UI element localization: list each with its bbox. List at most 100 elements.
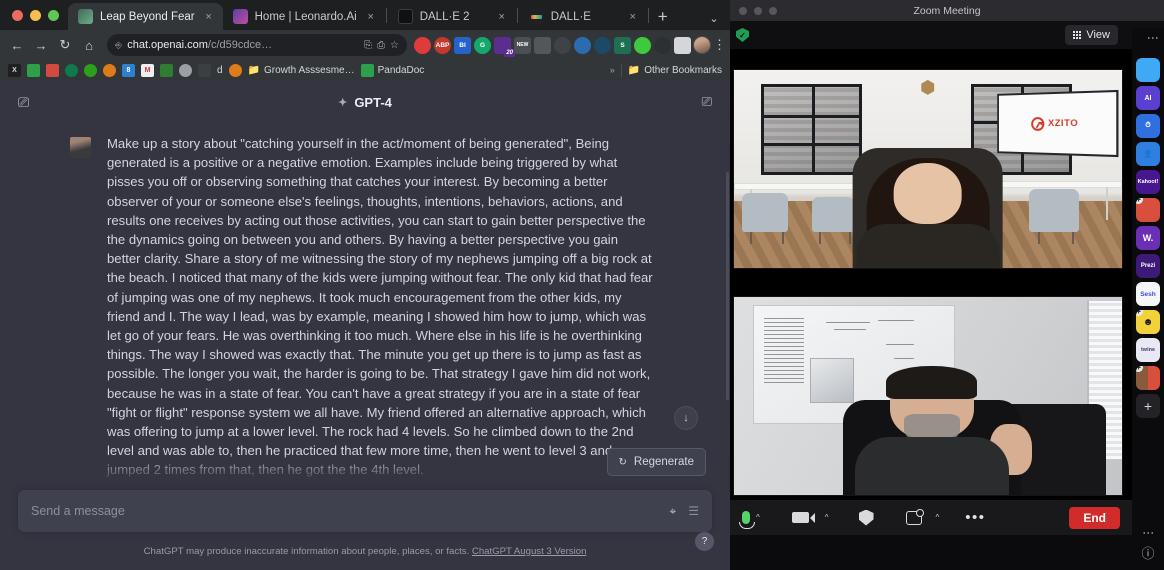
back-arrow-icon[interactable]: ← [6,34,28,56]
app-blue-logo-icon[interactable] [1136,58,1160,82]
model-selector[interactable]: ✦ GPT-4 [338,95,392,110]
gem-extension-icon[interactable] [594,36,611,54]
excel-bookmark-icon[interactable]: X [8,63,21,77]
rail-more-icon[interactable]: ⋮ [1142,527,1156,539]
profile-avatar[interactable] [693,36,711,54]
mute-button[interactable] [739,511,755,529]
audio-options-chevron-up-icon[interactable]: ^ [756,513,760,522]
app-twine-icon[interactable]: twine [1136,338,1160,362]
bookmark-pandadoc[interactable]: PandaDoc [360,63,424,77]
app-timer-icon[interactable]: ⏱ [1136,114,1160,138]
drive-bookmark-icon[interactable] [160,63,173,77]
reload-icon[interactable]: ↻ [54,34,76,56]
new-tab-button[interactable]: + [650,3,676,30]
tab-close-icon[interactable]: × [626,11,640,23]
paperclip-extension-icon[interactable] [554,36,571,54]
chat-scrollbar[interactable] [726,172,729,400]
share-options-chevron-up-icon[interactable]: ^ [936,513,940,522]
new-extension-icon[interactable]: NEW [514,36,531,54]
app-smiley-icon[interactable]: ☻ + [1136,310,1160,334]
minimize-window-button[interactable] [30,9,41,21]
green-app-bookmark-icon[interactable] [27,63,40,77]
browser-tab-leonardo[interactable]: Home | Leonardo.Ai × [223,3,385,30]
wallet-bookmark-icon[interactable] [198,63,211,77]
install-app-icon[interactable]: ⎙ [377,40,385,51]
grammarly-extension-icon[interactable]: G [474,36,491,54]
bing-bookmark-icon[interactable] [65,63,78,77]
tab-close-icon[interactable]: × [495,11,509,23]
message-input[interactable]: Send a message ⌖ ☰ [18,490,712,532]
tab-close-icon[interactable]: × [364,11,378,23]
chat-message-text: Make up a story about "catching yourself… [107,136,653,478]
app-contact-icon[interactable]: 👤 [1136,142,1160,166]
shopify-bookmark-icon[interactable]: 8 [122,63,135,77]
security-button[interactable] [858,509,874,526]
sidebar-toggle-icon[interactable]: ⎚ [18,94,29,111]
quickbooks-bookmark-icon[interactable] [84,63,97,77]
tab-search-chevron-down-icon[interactable]: ⌄ [704,12,724,25]
browser-tab-dalle[interactable]: DALL·E × [519,3,647,30]
address-bar[interactable]: ⎆ chat.openai.com/c/d59cdce… ⎘ ⎙ ☆ [107,34,407,56]
orange-bookmark-icon[interactable] [103,63,116,77]
more-button[interactable]: ••• [965,510,985,525]
video-options-chevron-up-icon[interactable]: ^ [825,513,829,522]
encryption-shield-icon[interactable]: ✓ [736,28,749,42]
view-button[interactable]: View [1064,25,1118,45]
app-ai-icon[interactable]: AI [1136,86,1160,110]
version-link[interactable]: ChatGPT August 3 Version [472,546,586,557]
participant-video-top[interactable]: XZITO [733,69,1123,269]
tab-close-icon[interactable]: × [202,11,216,23]
maximize-window-button[interactable] [48,9,59,21]
browser-menu-icon[interactable]: ⋮ [713,37,726,53]
folder-icon: 📁 [627,64,641,76]
orange2-bookmark-icon[interactable] [228,63,242,77]
sidebar-extension-icon[interactable] [674,36,691,54]
pdf-bookmark-icon[interactable] [46,63,59,77]
d-bookmark-label[interactable]: d [217,65,223,76]
home-icon[interactable]: ⌂ [78,34,100,56]
bookmark-star-icon[interactable]: ☆ [390,40,399,51]
loom-extension-icon[interactable] [574,36,591,54]
app-kahoot-icon[interactable]: Kahoot! [1136,170,1160,194]
app-puzzle-icon[interactable]: + [1136,198,1160,222]
other-bookmarks-folder[interactable]: 📁 Other Bookmarks [628,65,722,76]
browser-tab-dalle-2[interactable]: DALL·E 2 × [388,3,516,30]
message-input-placeholder: Send a message [31,504,125,518]
app-sesh-icon[interactable]: Sesh [1136,282,1160,306]
bookmark-folder-growth-assessment[interactable]: 📁 Growth Asssesme… [248,65,355,76]
help-circle-icon[interactable]: ⓘ [1141,543,1154,562]
rail-menu-icon[interactable]: ⋮ [1146,32,1160,44]
honey-extension-icon[interactable] [414,36,431,54]
participant-video-bottom[interactable] [733,296,1123,496]
play-extension-icon[interactable] [634,36,651,54]
gray-bookmark-icon[interactable] [179,63,192,77]
end-meeting-button[interactable]: End [1069,506,1120,529]
site-info-icon[interactable]: ⎆ [115,40,122,51]
adblock-plus-extension-icon[interactable]: ABP [434,36,451,54]
lighthouse-extension-icon[interactable] [534,36,551,54]
gmail-bookmark-icon[interactable]: M [141,63,154,77]
scroll-to-bottom-button[interactable]: ↓ [674,406,698,430]
app-prezi-icon[interactable]: Prezi [1136,254,1160,278]
s-extension-icon[interactable]: S [614,36,631,54]
share-screen-button[interactable] [905,508,924,525]
close-window-button[interactable] [12,9,23,21]
forward-arrow-icon[interactable]: → [30,34,52,56]
bitly-extension-icon[interactable]: BI [454,36,471,54]
microphone-icon [739,511,755,529]
bookmarks-overflow-icon[interactable]: » [610,65,615,75]
help-button[interactable]: ? [695,532,714,551]
chat-scroll-area[interactable]: Make up a story about "catching yourself… [0,124,730,490]
browser-tab-leap-beyond-fear[interactable]: Leap Beyond Fear × [68,3,223,30]
video-button[interactable] [791,512,815,523]
app-wordly-icon[interactable]: W. [1136,226,1160,250]
share-icon[interactable]: ⎘ [364,40,372,51]
regenerate-button[interactable]: ↻ Regenerate [606,448,706,476]
settings-extension-icon[interactable] [654,36,671,54]
upload-extension-icon[interactable]: 20 [494,36,515,57]
user-avatar [70,137,91,158]
add-app-button[interactable]: + [1136,394,1160,418]
share-chat-icon[interactable]: ⎚ [702,94,712,110]
app-grid-icon[interactable]: + [1136,366,1160,390]
send-icon[interactable]: ☰ [688,504,699,518]
